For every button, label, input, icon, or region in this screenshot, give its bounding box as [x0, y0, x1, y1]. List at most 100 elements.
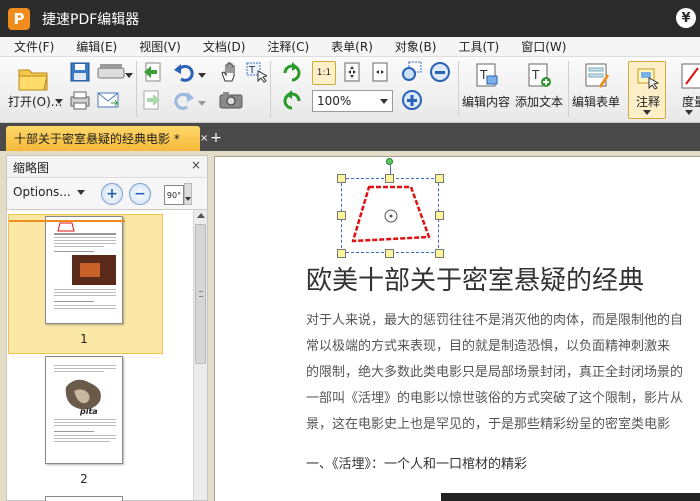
actual-size-label: 1:1 — [316, 68, 332, 78]
chevron-down-icon — [76, 190, 85, 195]
zoom-in-icon[interactable] — [400, 89, 424, 111]
select-text-icon[interactable]: T — [244, 61, 268, 83]
previous-view-icon[interactable] — [140, 61, 164, 83]
menu-document[interactable]: 文档(D) — [189, 38, 254, 55]
page-2-caption: pita — [80, 407, 98, 416]
hand-tool-icon[interactable] — [218, 61, 242, 83]
rotate-handle[interactable] — [386, 158, 393, 165]
thumbnail-panel-header: 缩略图 × — [7, 156, 207, 178]
resize-handle-top[interactable] — [385, 174, 394, 183]
toolbar-separator — [458, 61, 459, 117]
page-number-2: 2 — [80, 472, 88, 486]
fit-page-icon[interactable] — [340, 61, 364, 83]
document-paragraph-line: 一部叫《活埋》的电影以惊世骇俗的方式突破了这个限制，影片从 — [306, 391, 684, 406]
document-title: 欧美十部关于密室悬疑的经典 — [306, 266, 645, 296]
workspace: 缩略图 × Options... + − 90° 1 pita 2 欧美十部关于… — [0, 151, 700, 501]
zoom-marquee-icon[interactable] — [400, 61, 424, 83]
app-title: 捷速PDF编辑器 — [42, 11, 140, 28]
measure-icon[interactable] — [678, 61, 700, 91]
rotate-clockwise-icon[interactable] — [280, 61, 304, 83]
edit-content-icon[interactable]: T — [472, 61, 502, 91]
page-2-thumbnail[interactable]: pita — [45, 356, 123, 464]
document-paragraph-line: 对于人来说，最大的惩罚往往不是消灭他的肉体，而是限制他的自 — [306, 313, 684, 328]
measure-dropdown-icon[interactable] — [684, 109, 694, 117]
scroll-up-icon[interactable] — [197, 213, 205, 218]
thumbnail-toolbar-overflow-icon[interactable] — [183, 183, 193, 205]
email-icon[interactable] — [96, 89, 120, 111]
new-tab-icon[interactable]: + — [208, 128, 224, 148]
resize-handle-top-left[interactable] — [337, 174, 346, 183]
page-number-1: 1 — [80, 332, 88, 346]
resize-handle-bottom[interactable] — [385, 249, 394, 258]
options-dropdown[interactable]: Options... — [13, 185, 85, 199]
save-icon[interactable] — [68, 61, 92, 83]
annotate-label: 注释 — [636, 95, 661, 109]
resize-handle-right[interactable] — [435, 211, 444, 220]
cloud-annotation-shape[interactable] — [343, 179, 439, 253]
thumbnail-scrollbar[interactable] — [193, 210, 207, 500]
toolbar-separator — [270, 61, 271, 117]
tab-document[interactable]: 十部关于密室悬疑的经典电影 * — [6, 126, 200, 151]
menu-tools[interactable]: 工具(T) — [444, 38, 507, 55]
close-icon[interactable]: × — [191, 158, 201, 172]
open-dropdown-icon[interactable] — [54, 97, 64, 107]
redo-icon[interactable] — [172, 89, 196, 111]
edit-form-button[interactable]: 编辑表单 — [572, 93, 620, 110]
redo-dropdown-icon[interactable] — [197, 93, 207, 115]
menu-file[interactable]: 文件(F) — [0, 38, 62, 55]
thumbnail-panel: 缩略图 × Options... + − 90° 1 pita 2 — [6, 155, 208, 501]
menu-form[interactable]: 表单(R) — [317, 38, 381, 55]
add-text-button[interactable]: 添加文本 — [515, 93, 563, 110]
enlarge-thumbnails-icon[interactable]: + — [101, 183, 123, 205]
document-paragraph-line: 常以极端的方式来表现，目的就是制造恐惧，以负面精神刺激来 — [306, 339, 671, 354]
page-1-highlight — [9, 220, 125, 222]
rotate-label: 90° — [166, 190, 182, 200]
menu-view[interactable]: 视图(V) — [125, 38, 189, 55]
document-view[interactable]: 欧美十部关于密室悬疑的经典 对于人来说，最大的惩罚往往不是消灭他的肉体，而是限制… — [214, 156, 700, 501]
resize-handle-bottom-left[interactable] — [337, 249, 346, 258]
rotate-page-button[interactable]: 90° — [164, 185, 184, 205]
svg-text:T: T — [531, 68, 540, 82]
edit-form-icon[interactable] — [582, 61, 612, 91]
snapshot-icon[interactable] — [218, 89, 244, 111]
open-folder-icon[interactable] — [16, 63, 50, 93]
undo-dropdown-icon[interactable] — [197, 65, 207, 87]
next-view-icon[interactable] — [140, 89, 164, 111]
zoom-select[interactable]: 100% — [312, 90, 393, 112]
thumbnail-toolbar: Options... + − 90° — [7, 178, 207, 210]
menu-window[interactable]: 窗口(W) — [507, 38, 574, 55]
fit-width-icon[interactable] — [368, 61, 392, 83]
menu-edit[interactable]: 编辑(E) — [62, 38, 125, 55]
svg-text:T: T — [248, 65, 256, 76]
page-1-thumbnail[interactable] — [45, 216, 123, 324]
undo-icon[interactable] — [172, 61, 196, 83]
measure-button[interactable]: 度量 — [682, 93, 700, 110]
scroll-thumb[interactable] — [195, 224, 206, 364]
annotate-dropdown-icon[interactable] — [642, 109, 652, 117]
document-tab-bar: 十部关于密室悬疑的经典电影 * × + — [0, 123, 700, 151]
resize-handle-bottom-right[interactable] — [435, 249, 444, 258]
page-3-thumbnail[interactable] — [45, 496, 123, 501]
scanner-dropdown-icon[interactable] — [124, 65, 134, 87]
purchase-icon[interactable]: ¥ — [676, 8, 696, 28]
document-image — [441, 493, 700, 501]
toolbar: 打开(O)... T 1:1 100% T 编辑内容 T 添加文本 编辑表单 注… — [0, 57, 700, 123]
zoom-value: 100% — [317, 94, 352, 108]
reduce-thumbnails-icon[interactable]: − — [129, 183, 151, 205]
menu-comment[interactable]: 注释(C) — [253, 38, 317, 55]
app-logo-icon: P — [8, 7, 30, 30]
zoom-out-icon[interactable] — [428, 61, 452, 83]
resize-handle-top-right[interactable] — [435, 174, 444, 183]
print-icon[interactable] — [68, 89, 92, 111]
resize-handle-left[interactable] — [337, 211, 346, 220]
scroll-grip-icon — [199, 291, 203, 297]
add-text-icon[interactable]: T — [524, 61, 554, 91]
menu-object[interactable]: 对象(B) — [381, 38, 445, 55]
rotate-counterclockwise-icon[interactable] — [280, 89, 304, 111]
document-paragraph-line: 的限制，绝大多数此类电影只是局部场景封闭，真正全封闭场景的 — [306, 365, 684, 380]
scanner-icon[interactable] — [96, 61, 126, 83]
edit-content-button[interactable]: 编辑内容 — [462, 93, 510, 110]
toolbar-separator — [568, 61, 569, 117]
title-bar: P 捷速PDF编辑器 ¥ — [0, 0, 700, 37]
actual-size-button[interactable]: 1:1 — [312, 61, 336, 85]
